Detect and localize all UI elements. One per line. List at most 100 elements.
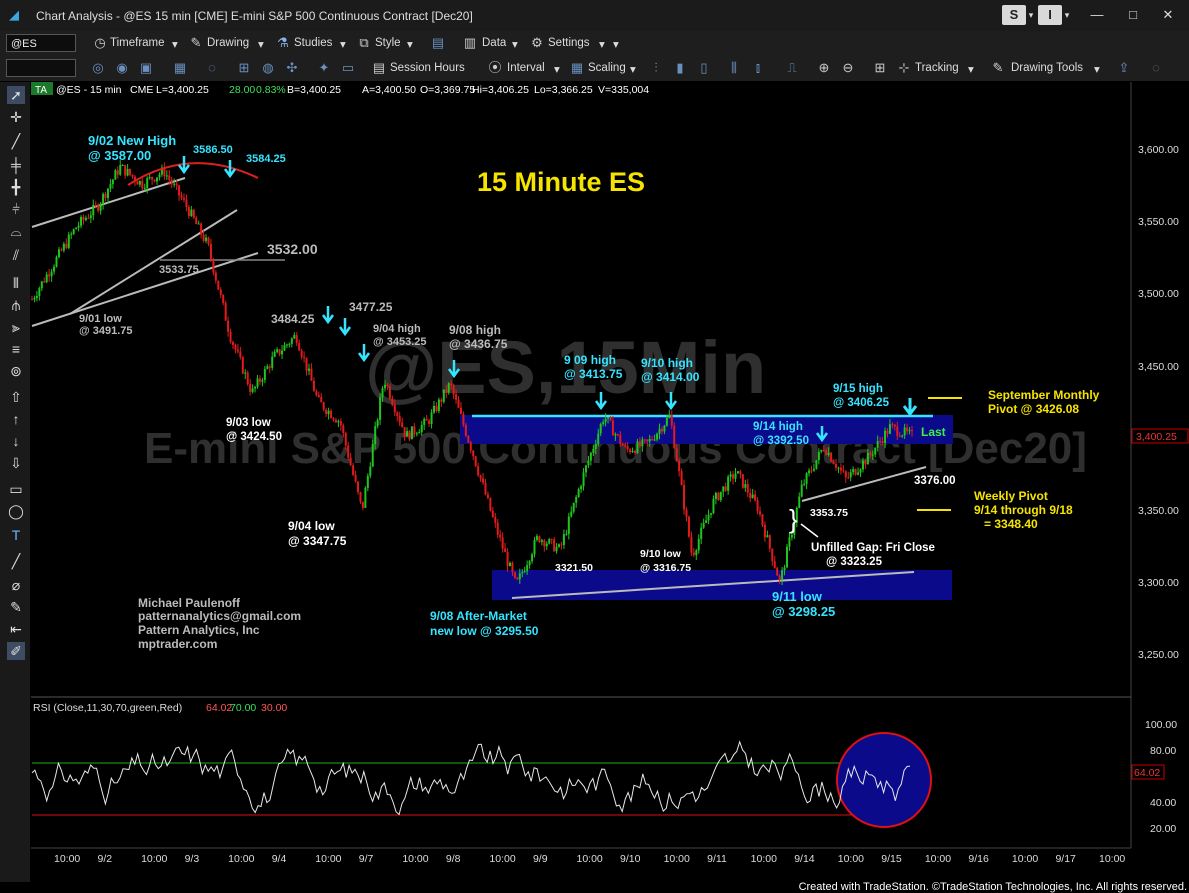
candle-body [577,489,580,497]
candle-body [626,446,629,450]
candle-body [526,565,529,572]
candle-body [820,449,823,452]
candle-body [560,544,563,546]
candle-body [837,467,840,469]
candle-body [450,383,453,386]
candle-body [227,320,230,332]
candle-body [244,372,247,374]
candle-body [504,548,507,552]
candle-body [236,349,239,352]
candle-body [303,356,306,358]
candle-body [533,539,536,555]
candle-body [589,452,592,461]
candle-body [582,472,585,487]
candle-body [869,452,872,455]
candle-body [714,492,717,500]
candle-body [501,537,504,549]
status-ask: A=3,400.50 [362,84,416,96]
candle-body [251,388,254,392]
candle-body [754,494,757,501]
anno-peak1: 3586.50 [193,144,233,156]
candle-body [553,539,556,552]
candle-body [761,514,764,525]
trendline-upper[interactable] [31,177,186,228]
candle-body [121,165,124,167]
candle-body [173,183,176,185]
rsi-label: RSI (Close,11,30,70,green,Red) [33,702,182,714]
status-low: Lo=3,366.25 [534,84,593,96]
candle-body [410,426,413,440]
candle-body [891,424,894,426]
candle-body [469,442,472,451]
candle-body [766,535,769,538]
candle-body [435,405,438,411]
candle-body [712,499,715,514]
candle-body [830,452,833,462]
anno-low-911-val: @ 3298.25 [772,604,835,619]
resistance-zone[interactable] [460,415,953,444]
trendline-inner[interactable] [69,209,238,315]
candle-body [705,520,708,524]
candle-body [283,345,286,351]
candle-body [736,471,739,474]
candle-body [214,272,217,281]
candle-body [562,534,565,545]
candle-body [651,438,654,440]
candle-body [697,539,700,551]
candle-body [310,368,313,381]
candle-body [342,425,345,434]
trendline-lower[interactable] [31,252,259,327]
candle-body [482,478,485,483]
ta-badge[interactable]: TA [35,85,47,96]
candle-body [521,572,524,574]
candle-body [359,492,362,502]
candle-body [393,404,396,413]
candle-body [307,368,310,371]
candle-body [50,271,53,277]
price-axis[interactable]: 3,600.00 3,550.00 3,500.00 3,450.00 3,35… [1138,144,1179,661]
candle-body [857,472,860,475]
candle-body [805,473,808,484]
candle-body [38,288,41,297]
candle-body [550,539,553,541]
candle-body [486,494,489,498]
candle-body [839,467,842,471]
price-label-3600: 3,600.00 [1138,144,1179,156]
candle-body [604,418,607,423]
anno-weekly-pivot-val: = 3348.40 [984,517,1038,531]
rsi-highlight-circle[interactable] [836,732,932,828]
candle-body [256,378,259,387]
candle-body [317,394,320,397]
candle-body [408,431,411,440]
candle-body [271,356,274,368]
candle-body [205,237,208,241]
candle-body [261,380,264,382]
time-axis[interactable]: 10:00 9/2 10:00 9/3 10:00 9/4 10:00 9/7 10:00 9/8… [54,853,1125,865]
candle-body [842,470,845,472]
candle-body [452,385,455,395]
anno-after-market-val: new low @ 3295.50 [430,624,539,638]
candle-body [55,257,58,267]
candle-body [641,439,644,447]
candle-body [57,249,60,258]
candle-body [874,447,877,455]
anno-3484: 3484.25 [271,312,315,326]
anno-low-910: 9/10 low [640,548,682,560]
candle-body [817,451,820,461]
candle-body [624,445,627,447]
candle-body [790,534,793,538]
anno-monthly-pivot-val: Pivot @ 3426.08 [988,402,1079,416]
candle-body [508,562,511,567]
candle-body [575,496,578,503]
candle-body [357,481,360,493]
candle-body [241,357,244,374]
candle-body [354,474,357,482]
candle-body [607,417,610,419]
candle-body [827,452,830,455]
candle-body [168,175,171,180]
candle-body [374,426,377,444]
chart-area[interactable]: TA @ES - 15 min CME L=3,400.25 28.00 0.8… [0,0,1189,893]
candle-body [653,439,656,441]
candle-body [491,510,494,518]
anno-low-904: 9/04 low [288,519,335,533]
